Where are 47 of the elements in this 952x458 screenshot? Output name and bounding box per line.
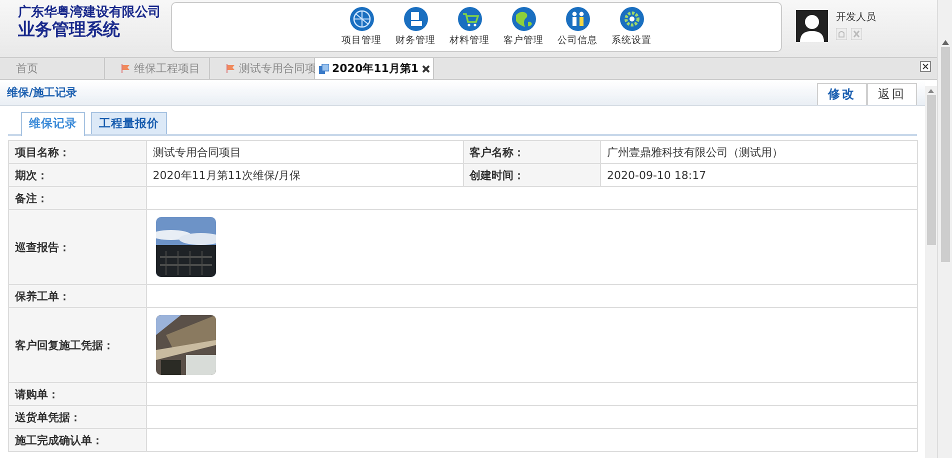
- field-label: 施工完成确认单：: [8, 428, 146, 452]
- globe-icon: [348, 6, 374, 32]
- tab[interactable]: 维保记录: [21, 112, 85, 136]
- field-label: 客户回复施工凭据：: [8, 308, 146, 382]
- nav-item[interactable]: 财务管理: [394, 6, 436, 47]
- nav-item[interactable]: 系统设置: [610, 6, 652, 47]
- page-title: 维保/施工记录: [7, 85, 78, 100]
- scrollbar[interactable]: [925, 86, 937, 458]
- field-value: 2020年11月第11次维保/月保: [146, 164, 464, 186]
- user-name: 开发人员: [836, 11, 876, 24]
- people-icon: [564, 6, 590, 32]
- system-name: 业务管理系统: [18, 20, 121, 40]
- cart-icon: [456, 6, 482, 32]
- field-label: 保养工单：: [8, 284, 146, 308]
- field-value: 2020-09-10 18:17: [600, 164, 918, 186]
- field-label: 请购单：: [8, 382, 146, 406]
- close-icon[interactable]: [920, 61, 931, 72]
- document-icon: [319, 64, 329, 74]
- back-button[interactable]: 返回: [867, 83, 917, 105]
- avatar-icon: [796, 10, 828, 42]
- field-label: 创建时间：: [463, 164, 600, 186]
- nav-item[interactable]: 客户管理: [502, 6, 544, 47]
- tab[interactable]: 2020年11月第1: [315, 58, 434, 79]
- scroll-up-icon[interactable]: [928, 89, 934, 93]
- document-icon: [402, 6, 428, 32]
- field-label: 客户名称：: [463, 140, 600, 164]
- field-label: 备注：: [8, 186, 146, 210]
- field-label: 项目名称：: [8, 140, 146, 164]
- edit-button[interactable]: 修改: [817, 83, 867, 105]
- close-icon[interactable]: [422, 64, 430, 72]
- tab[interactable]: 工程量报价: [91, 112, 167, 134]
- field-label: 期次：: [8, 164, 146, 186]
- scrollbar[interactable]: [937, 0, 952, 458]
- earth-icon: [510, 6, 536, 32]
- field-label: 巡查报告：: [8, 210, 146, 284]
- nav-item[interactable]: 公司信息: [556, 6, 598, 47]
- scroll-up-icon[interactable]: [942, 40, 948, 45]
- company-name: 广东华粤湾建设有限公司: [18, 5, 162, 20]
- flag-icon: [226, 64, 235, 73]
- gear-icon: [618, 6, 644, 32]
- bell-icon[interactable]: [836, 28, 847, 43]
- field-label: 送货单凭据：: [8, 406, 146, 428]
- field-value: 广州壹鼎雅科技有限公司（测试用）: [600, 140, 918, 164]
- flag-icon: [121, 64, 130, 73]
- field-value: 测试专用合同项目: [146, 140, 464, 164]
- nav-item[interactable]: 项目管理: [340, 6, 382, 47]
- nav-item[interactable]: 材料管理: [448, 6, 490, 47]
